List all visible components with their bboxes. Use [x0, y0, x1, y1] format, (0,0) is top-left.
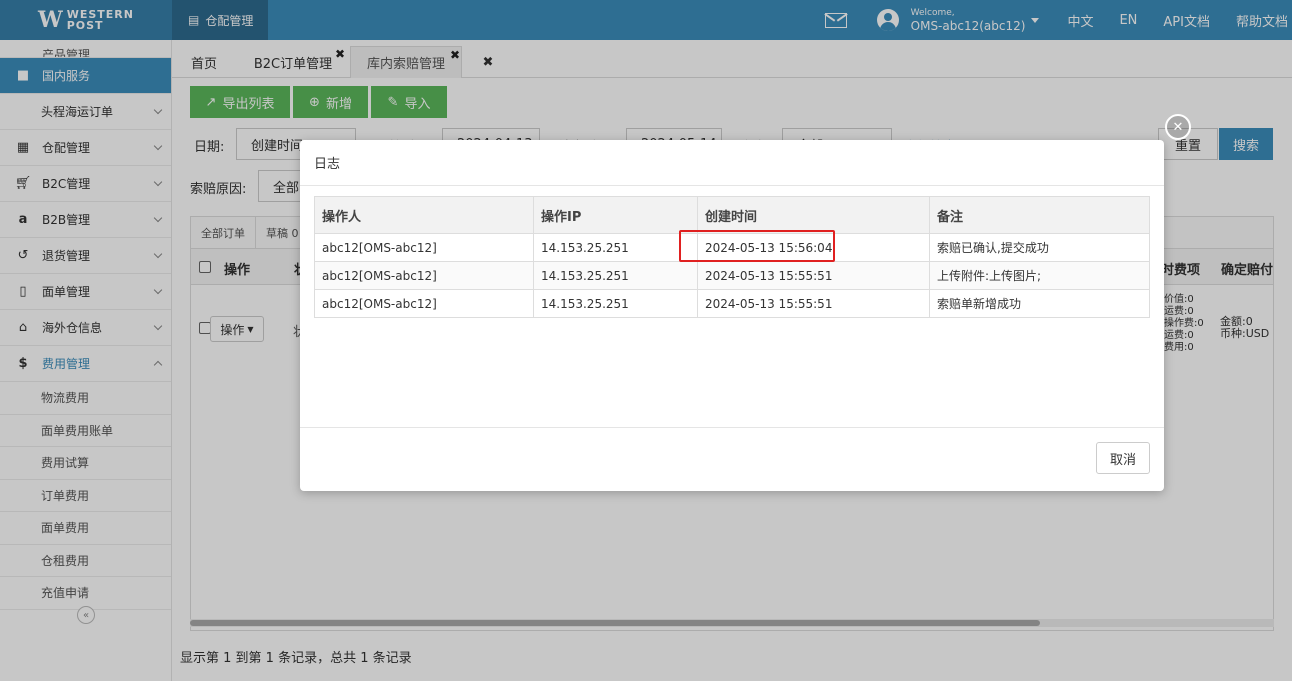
log-header-ip: 操作IP — [533, 196, 698, 234]
log-dialog: 日志 操作人 操作IP 创建时间 备注 abc12[OMS-abc12] 14.… — [300, 140, 1164, 491]
log-dialog-title: 日志 — [300, 140, 1164, 186]
log-header-operator: 操作人 — [314, 196, 534, 234]
log-header-remark: 备注 — [929, 196, 1150, 234]
close-icon[interactable]: ✕ — [1165, 114, 1191, 140]
log-table-header: 操作人 操作IP 创建时间 备注 — [314, 196, 1150, 234]
table-row: abc12[OMS-abc12] 14.153.25.251 2024-05-1… — [314, 289, 1150, 318]
log-dialog-divider — [300, 427, 1164, 428]
highlight-annotation — [679, 230, 835, 262]
table-row: abc12[OMS-abc12] 14.153.25.251 2024-05-1… — [314, 261, 1150, 290]
log-header-created: 创建时间 — [697, 196, 930, 234]
cancel-button[interactable]: 取消 — [1096, 442, 1150, 474]
